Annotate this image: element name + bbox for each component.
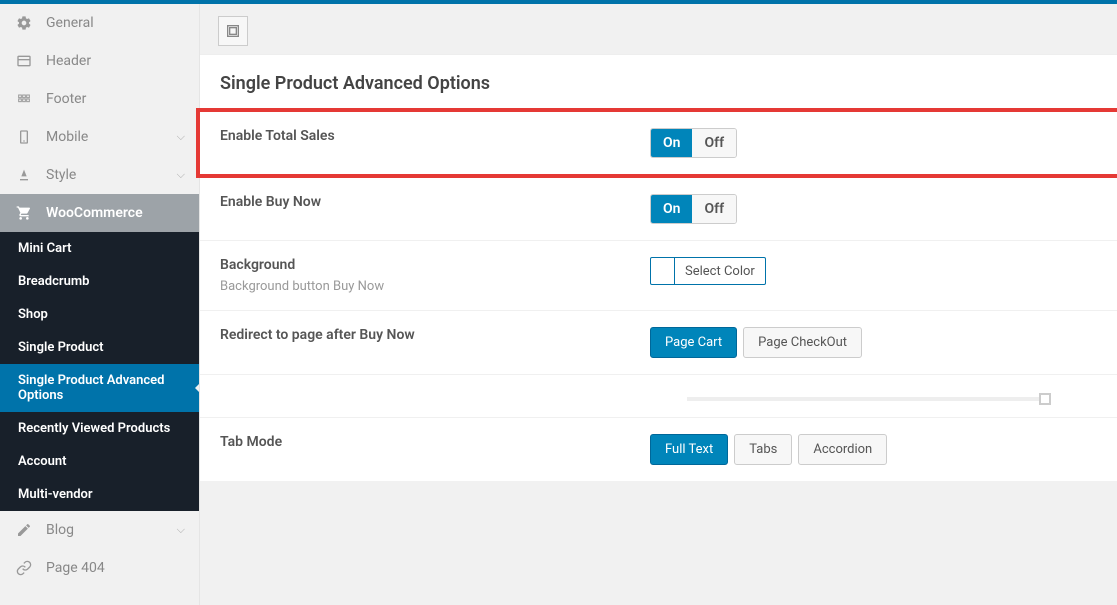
- toggle-buy-now[interactable]: On Off: [650, 194, 737, 224]
- slider-handle[interactable]: [1039, 393, 1051, 405]
- sidebar-sub-single-product[interactable]: Single Product: [0, 331, 199, 364]
- options-card: Single Product Advanced Options Enable T…: [200, 54, 1117, 481]
- sidebar-item-page404[interactable]: Page 404: [0, 549, 199, 587]
- redirect-button-group: Page Cart Page CheckOut: [650, 327, 862, 358]
- page-title: Single Product Advanced Options: [200, 55, 1117, 108]
- header-icon: [14, 51, 34, 71]
- sidebar-item-label: Footer: [46, 91, 86, 107]
- select-color-label: Select Color: [675, 264, 765, 279]
- sidebar: General Header Footer Mobile ⌵ Style ⌵ W…: [0, 4, 200, 605]
- sidebar-item-label: WooCommerce: [46, 205, 143, 221]
- button-page-checkout[interactable]: Page CheckOut: [743, 327, 862, 358]
- sidebar-sub-recently-viewed[interactable]: Recently Viewed Products: [0, 412, 199, 445]
- sidebar-item-blog[interactable]: Blog ⌵: [0, 511, 199, 549]
- button-accordion[interactable]: Accordion: [798, 434, 887, 465]
- sidebar-item-mobile[interactable]: Mobile ⌵: [0, 118, 199, 156]
- sidebar-sub-shop[interactable]: Shop: [0, 298, 199, 331]
- field-desc-background: Background button Buy Now: [220, 279, 650, 294]
- toggle-off[interactable]: Off: [692, 195, 736, 223]
- layout-toggle-button[interactable]: [218, 16, 248, 46]
- toggle-off[interactable]: Off: [692, 129, 736, 157]
- sidebar-item-header[interactable]: Header: [0, 42, 199, 80]
- sidebar-item-label: Blog: [46, 522, 74, 538]
- toggle-on[interactable]: On: [651, 195, 692, 223]
- highlight-box: Enable Total Sales On Off: [196, 108, 1117, 178]
- tab-mode-button-group: Full Text Tabs Accordion: [650, 434, 887, 465]
- chevron-down-icon: ⌵: [177, 130, 185, 144]
- field-label-background: Background: [220, 257, 650, 273]
- button-full-text[interactable]: Full Text: [650, 434, 728, 465]
- sidebar-submenu: Mini Cart Breadcrumb Shop Single Product…: [0, 232, 199, 511]
- field-label-buy-now: Enable Buy Now: [220, 194, 650, 210]
- sidebar-item-label: Header: [46, 53, 91, 69]
- sidebar-item-footer[interactable]: Footer: [0, 80, 199, 118]
- gear-icon: [14, 13, 34, 33]
- toolbar: [200, 4, 1117, 54]
- link-icon: [14, 558, 34, 578]
- field-label-redirect: Redirect to page after Buy Now: [220, 327, 650, 343]
- width-slider[interactable]: [687, 397, 1047, 401]
- slider-row: [200, 375, 1117, 418]
- field-label-total-sales: Enable Total Sales: [220, 128, 650, 144]
- button-page-cart[interactable]: Page Cart: [650, 327, 737, 358]
- sidebar-sub-multivendor[interactable]: Multi-vendor: [0, 478, 199, 511]
- button-tabs[interactable]: Tabs: [734, 434, 792, 465]
- footer-icon: [14, 89, 34, 109]
- sidebar-item-woocommerce[interactable]: WooCommerce: [0, 194, 199, 232]
- sidebar-item-label: Mobile: [46, 129, 88, 145]
- sidebar-sub-account[interactable]: Account: [0, 445, 199, 478]
- sidebar-item-label: General: [46, 15, 94, 31]
- toggle-total-sales[interactable]: On Off: [650, 128, 737, 158]
- select-color-button[interactable]: Select Color: [650, 257, 766, 285]
- toggle-on[interactable]: On: [651, 129, 692, 157]
- sidebar-item-general[interactable]: General: [0, 4, 199, 42]
- chevron-down-icon: ⌵: [177, 523, 185, 537]
- sidebar-sub-minicart[interactable]: Mini Cart: [0, 232, 199, 265]
- sidebar-sub-single-product-advanced[interactable]: Single Product Advanced Options: [0, 364, 199, 412]
- chevron-down-icon: ⌵: [177, 168, 185, 182]
- mobile-icon: [14, 127, 34, 147]
- sidebar-sub-breadcrumb[interactable]: Breadcrumb: [0, 265, 199, 298]
- sidebar-item-label: Page 404: [46, 560, 105, 576]
- color-swatch: [651, 258, 675, 284]
- blog-icon: [14, 520, 34, 540]
- field-label-tab-mode: Tab Mode: [220, 434, 650, 450]
- main-content: Single Product Advanced Options Enable T…: [200, 4, 1117, 605]
- cart-icon: [14, 203, 34, 223]
- sidebar-item-style[interactable]: Style ⌵: [0, 156, 199, 194]
- sidebar-item-label: Style: [46, 167, 76, 183]
- style-icon: [14, 165, 34, 185]
